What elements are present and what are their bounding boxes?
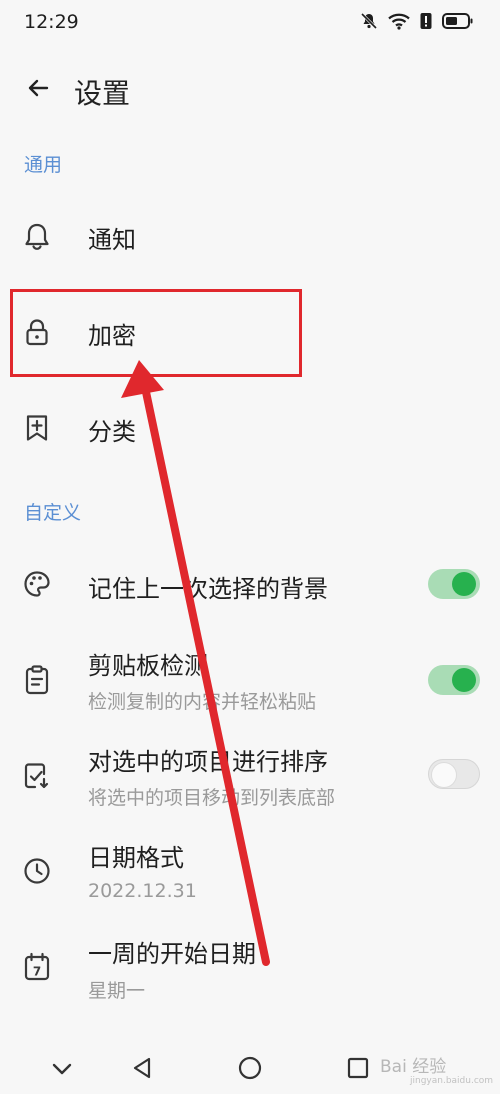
settings-item-sort-selected[interactable]: 对选中的项目进行排序 将选中的项目移动到列表底部 <box>0 734 500 818</box>
settings-item-week-start[interactable]: 7 一周的开始日期 星期一 <box>0 926 500 1010</box>
back-button[interactable] <box>18 70 58 110</box>
settings-item-value: 星期一 <box>88 980 146 1002</box>
home-circle-icon <box>237 1055 263 1085</box>
page-title: 设置 <box>74 77 131 110</box>
settings-item-categories[interactable]: 分类 <box>0 398 500 458</box>
toggle-knob <box>432 763 456 787</box>
checklist-icon <box>18 757 56 795</box>
bell-icon <box>18 217 56 255</box>
nav-hide-keyboard-button[interactable] <box>44 1052 80 1088</box>
settings-item-description: 将选中的项目移动到列表底部 <box>88 787 336 809</box>
settings-item-clipboard-detection[interactable]: 剪贴板检测 检测复制的内容并轻松粘贴 <box>0 638 500 722</box>
settings-item-description: 检测复制的内容并轻松粘贴 <box>88 691 317 713</box>
recents-square-icon <box>346 1056 370 1084</box>
remember-background-toggle[interactable] <box>428 569 480 599</box>
nav-back-button[interactable] <box>124 1052 160 1088</box>
chevron-down-icon <box>51 1061 73 1080</box>
toggle-knob <box>452 572 476 596</box>
bookmark-plus-icon <box>18 409 56 447</box>
status-time: 12:29 <box>24 11 79 33</box>
nav-recents-button[interactable] <box>340 1052 376 1088</box>
section-header-custom: 自定义 <box>24 502 82 524</box>
settings-item-notifications[interactable]: 通知 <box>0 206 500 266</box>
alert-icon <box>420 12 432 34</box>
battery-icon <box>442 12 474 34</box>
settings-item-label: 通知 <box>88 226 136 254</box>
watermark-url: jingyan.baidu.com <box>410 1076 494 1086</box>
settings-item-encryption[interactable]: 加密 <box>0 302 500 364</box>
settings-item-value: 2022.12.31 <box>88 880 197 902</box>
settings-item-label: 一周的开始日期 <box>88 940 256 968</box>
mute-icon <box>360 12 378 34</box>
sort-selected-toggle[interactable] <box>428 759 480 789</box>
clipboard-icon <box>18 661 56 699</box>
palette-icon <box>18 565 56 603</box>
settings-item-label: 记住上一次选择的背景 <box>88 575 328 603</box>
nav-home-button[interactable] <box>232 1052 268 1088</box>
wifi-icon <box>388 12 410 34</box>
settings-item-label: 加密 <box>88 322 136 350</box>
svg-text:7: 7 <box>33 965 41 979</box>
arrow-left-icon <box>26 76 50 104</box>
clock-icon <box>18 852 56 890</box>
calendar-icon: 7 <box>18 948 56 986</box>
clipboard-detection-toggle[interactable] <box>428 665 480 695</box>
section-header-general: 通用 <box>24 154 63 176</box>
settings-item-label: 对选中的项目进行排序 <box>88 748 328 776</box>
toggle-knob <box>452 668 476 692</box>
settings-item-label: 分类 <box>88 418 136 446</box>
back-triangle-icon <box>131 1056 153 1084</box>
settings-item-date-format[interactable]: 日期格式 2022.12.31 <box>0 830 500 914</box>
settings-item-remember-background[interactable]: 记住上一次选择的背景 <box>0 552 500 616</box>
status-icons <box>360 12 474 34</box>
settings-item-label: 日期格式 <box>88 844 184 872</box>
settings-item-label: 剪贴板检测 <box>88 652 208 680</box>
lock-icon <box>18 313 56 351</box>
watermark-text: Bai 经验 <box>380 1057 447 1077</box>
app-header: 设置 <box>0 60 500 120</box>
status-bar: 12:29 <box>0 0 500 48</box>
watermark-logo: Bai 经验 jingyan.baidu.com <box>380 1040 498 1088</box>
